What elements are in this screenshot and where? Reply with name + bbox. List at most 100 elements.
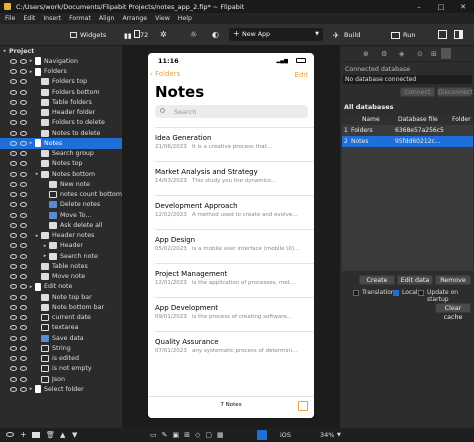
visibility-icon[interactable] [10, 222, 17, 228]
visibility-icon[interactable] [10, 140, 17, 146]
tree-item[interactable]: New note [0, 179, 122, 189]
visibility-icon[interactable] [10, 69, 17, 75]
expand-toggle-icon[interactable]: ▸ [28, 386, 34, 392]
expand-toggle-icon[interactable]: ▸ [42, 253, 48, 259]
back-button[interactable]: ‹ Folders [150, 70, 180, 78]
tree-item[interactable]: ▸ Notes bottom [0, 169, 122, 179]
visibility-icon[interactable] [10, 120, 17, 126]
lock-icon[interactable] [20, 315, 27, 321]
tree-item[interactable]: textarea [0, 323, 122, 333]
search-input[interactable]: Search [155, 105, 308, 118]
menu-edit[interactable]: Edit [23, 15, 35, 22]
tree-item[interactable]: ▸ Edit note [0, 282, 122, 292]
tree-item[interactable]: ▸ Notes [0, 138, 122, 149]
tree-item[interactable]: is not empty [0, 364, 122, 374]
note-row[interactable]: Idea Generation 21/06/2023 It is a creativ… [155, 127, 314, 161]
expand-toggle-icon[interactable]: ▸ [2, 48, 8, 54]
eye-icon[interactable] [6, 432, 14, 437]
tree-item[interactable]: current date [0, 313, 122, 323]
tree-item[interactable]: is edited [0, 354, 122, 364]
menu-arrange[interactable]: Arrange [122, 15, 147, 22]
run-button[interactable]: Run [391, 27, 415, 43]
visibility-icon[interactable] [10, 274, 17, 280]
note-row[interactable]: Project Management 12/01/2023 is the appli… [155, 263, 314, 297]
zoom-label[interactable]: 34% [320, 431, 334, 439]
menu-view[interactable]: View [155, 15, 170, 22]
lock-icon[interactable] [20, 110, 27, 116]
lock-icon[interactable] [20, 263, 27, 269]
lock-icon[interactable] [20, 89, 27, 95]
tree-item[interactable]: Note bottom bar [0, 302, 122, 312]
expand-toggle-icon[interactable]: ▸ [34, 171, 40, 177]
play-icon[interactable]: ▮▮ [124, 32, 132, 40]
visibility-icon[interactable] [10, 345, 17, 351]
visibility-icon[interactable] [10, 192, 17, 198]
tree-item[interactable]: notes count bottom [0, 190, 122, 200]
visibility-icon[interactable] [10, 294, 17, 300]
tree-item[interactable]: Move note [0, 272, 122, 282]
tree-item[interactable]: ▸ Select folder [0, 384, 122, 394]
lock-icon[interactable] [20, 161, 27, 167]
tree-item[interactable]: Note top bar [0, 292, 122, 302]
tab-icon-5[interactable]: ⊞ [431, 50, 437, 58]
os-label[interactable]: iOS [280, 431, 291, 439]
visibility-icon[interactable] [10, 335, 17, 341]
lock-icon[interactable] [20, 151, 27, 157]
tree-item[interactable]: ▸ Navigation [0, 56, 122, 66]
visibility-icon[interactable] [10, 284, 17, 290]
visibility-icon[interactable] [10, 110, 17, 116]
note-row[interactable]: Development Approach 12/02/2023 A method u… [155, 195, 314, 229]
lock-icon[interactable] [20, 325, 27, 331]
tree-item[interactable]: Notes top [0, 159, 122, 169]
note-row[interactable]: Market Analysis and Strategy 14/03/2023 Th… [155, 161, 314, 195]
lock-icon[interactable] [20, 386, 27, 392]
menu-help[interactable]: Help [178, 15, 192, 22]
lock-icon[interactable] [20, 304, 27, 310]
tree-item[interactable]: ▸ Header [0, 241, 122, 251]
visibility-icon[interactable] [10, 79, 17, 85]
close-button[interactable]: ✕ [452, 3, 474, 11]
lock-icon[interactable] [20, 202, 27, 208]
tree-item[interactable]: String [0, 343, 122, 353]
bottom-up-icon[interactable]: ▲ [60, 431, 65, 439]
expand-toggle-icon[interactable]: ▸ [28, 58, 34, 64]
visibility-icon[interactable] [10, 233, 17, 239]
expand-toggle-icon[interactable]: ▸ [28, 140, 34, 146]
lock-icon[interactable] [20, 99, 27, 105]
tab-icon-1[interactable]: ⊕ [363, 50, 369, 58]
lock-icon[interactable] [20, 171, 27, 177]
panel-left-icon[interactable] [438, 30, 447, 39]
tree-item[interactable]: ▸ Project [0, 46, 122, 56]
create-button[interactable]: Create [359, 275, 395, 285]
database-tab-icon[interactable] [441, 48, 451, 59]
tree-item[interactable]: Folders top [0, 77, 122, 87]
tree-item[interactable]: Delete notes [0, 200, 122, 210]
visibility-icon[interactable] [10, 386, 17, 392]
bottom-add-icon[interactable]: + [20, 430, 27, 439]
lock-icon[interactable] [20, 212, 27, 218]
table-row[interactable]: 1 Folders 6368e57a256c5 [342, 125, 473, 136]
lock-icon[interactable] [20, 181, 27, 187]
note-row[interactable]: Quality Assurance 07/01/2023 any systemati… [155, 331, 314, 365]
visibility-icon[interactable] [10, 304, 17, 310]
tree-item[interactable]: Folders bottom [0, 87, 122, 97]
menu-insert[interactable]: Insert [43, 15, 61, 22]
disconnect-button[interactable]: Disconnect [437, 87, 473, 97]
expand-toggle-icon[interactable]: ▸ [28, 284, 34, 290]
lock-icon[interactable] [20, 222, 27, 228]
lock-icon[interactable] [20, 120, 27, 126]
update-checkbox[interactable] [418, 290, 424, 296]
tree-item[interactable]: Json [0, 374, 122, 384]
visibility-icon[interactable] [10, 325, 17, 331]
tab-icon-3[interactable]: ◈ [399, 50, 404, 58]
zoom-down-icon[interactable]: ▼ [337, 432, 341, 438]
lock-icon[interactable] [20, 335, 27, 341]
tool-icons[interactable]: ▭✎▣⊞◇▢▦ [150, 431, 229, 439]
lock-icon[interactable] [20, 366, 27, 372]
tree-item[interactable]: Folders to delete [0, 118, 122, 128]
settings-icon[interactable]: ✲ [160, 30, 167, 39]
bottom-folder-icon[interactable] [32, 432, 40, 438]
tree-item[interactable]: ▸ Search note [0, 251, 122, 261]
tree-item[interactable]: ▸ Folders [0, 67, 122, 77]
menu-align[interactable]: Align [99, 15, 115, 22]
